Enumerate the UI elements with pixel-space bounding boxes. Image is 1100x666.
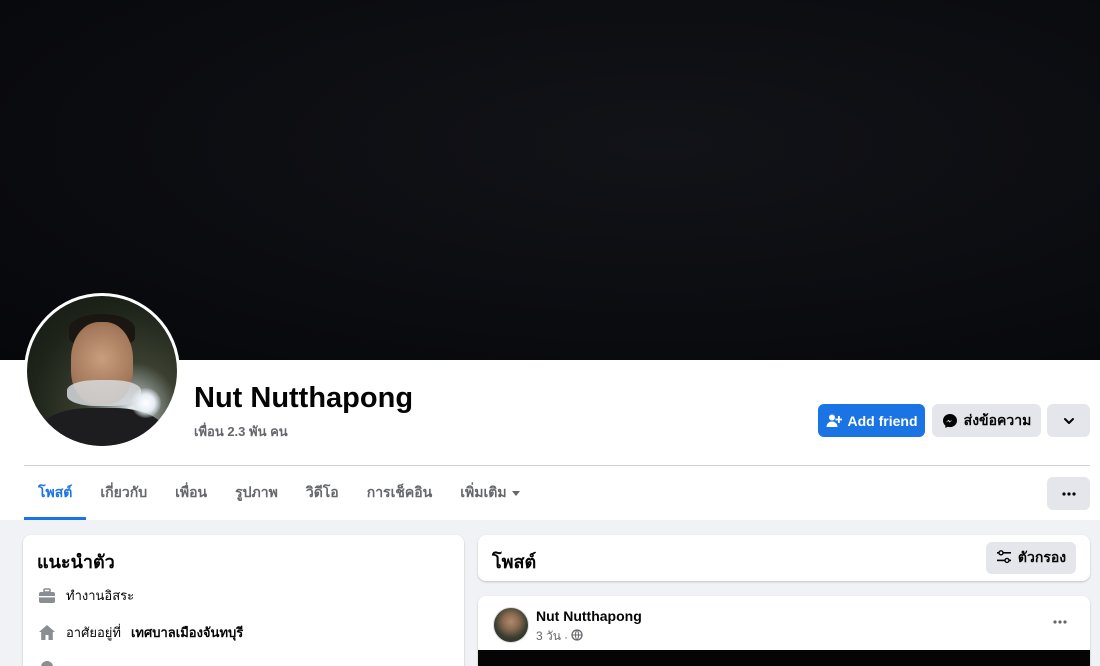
post-time[interactable]: 3 วัน (536, 627, 561, 646)
message-label: ส่งข้อความ (963, 411, 1032, 428)
home-icon (37, 623, 56, 642)
globe-icon (571, 629, 583, 644)
post-options-button[interactable] (1044, 610, 1076, 630)
posts-title: โพสต์ (492, 552, 537, 572)
add-friend-icon (826, 413, 842, 429)
caret-down-icon (511, 490, 520, 496)
post-card: Nut Nutthapong 3 วัน · (478, 596, 1090, 666)
avatar (27, 296, 177, 446)
post-media[interactable] (478, 650, 1090, 666)
tab-checkins[interactable]: การเช็คอิน (353, 466, 447, 520)
posts-header-card: โพสต์ ตัวกรอง (478, 535, 1090, 581)
post-meta: 3 วัน · (536, 627, 583, 646)
add-friend-label: Add friend (847, 412, 918, 429)
intro-extra (37, 659, 56, 666)
profile-picture[interactable] (24, 293, 180, 449)
cover-photo[interactable] (0, 0, 1100, 360)
post-author-name[interactable]: Nut Nutthapong (536, 608, 642, 624)
intro-location: อาศัยอยู่ที่ เทศบาลเมืองจันทบุรี (37, 622, 243, 643)
tab-videos[interactable]: วิดีโอ (292, 466, 353, 520)
profile-name: Nut Nutthapong (194, 382, 414, 414)
location-pin-icon (37, 659, 56, 666)
more-actions-button[interactable] (1047, 404, 1090, 437)
filter-icon (996, 549, 1012, 567)
briefcase-icon (37, 586, 56, 605)
tab-friends[interactable]: เพื่อน (161, 466, 221, 520)
friends-count[interactable]: เพื่อน 2.3 พัน คน (194, 421, 288, 442)
filter-button[interactable]: ตัวกรอง (986, 542, 1076, 574)
intro-card: แนะนำตัว ทำงานอิสระ อาศัยอยู่ที่ เทศบาลเ… (23, 535, 464, 666)
add-friend-button[interactable]: Add friend (818, 404, 925, 437)
profile-options-button[interactable] (1047, 477, 1090, 510)
tab-more[interactable]: เพิ่มเติม (446, 466, 533, 520)
profile-tabs: โพสต์ เกี่ยวกับ เพื่อน รูปภาพ วิดีโอ การ… (24, 466, 534, 520)
chevron-down-icon (1063, 415, 1075, 427)
tab-about[interactable]: เกี่ยวกับ (86, 466, 161, 520)
intro-title: แนะนำตัว (37, 552, 115, 572)
tab-posts[interactable]: โพสต์ (24, 466, 87, 520)
tab-photos[interactable]: รูปภาพ (221, 466, 292, 520)
intro-work-text: ทำงานอิสระ (66, 588, 135, 603)
messenger-icon (942, 413, 958, 429)
filter-label: ตัวกรอง (1017, 549, 1067, 565)
post-author-avatar[interactable] (493, 607, 529, 643)
post-meta-separator: · (563, 629, 568, 644)
message-button[interactable]: ส่งข้อความ (932, 404, 1041, 437)
intro-location-place[interactable]: เทศบาลเมืองจันทบุรี (131, 622, 243, 643)
intro-work: ทำงานอิสระ (37, 585, 134, 606)
more-dots-icon (1053, 611, 1067, 629)
more-dots-icon (1061, 491, 1076, 496)
intro-location-prefix: อาศัยอยู่ที่ (66, 625, 121, 640)
